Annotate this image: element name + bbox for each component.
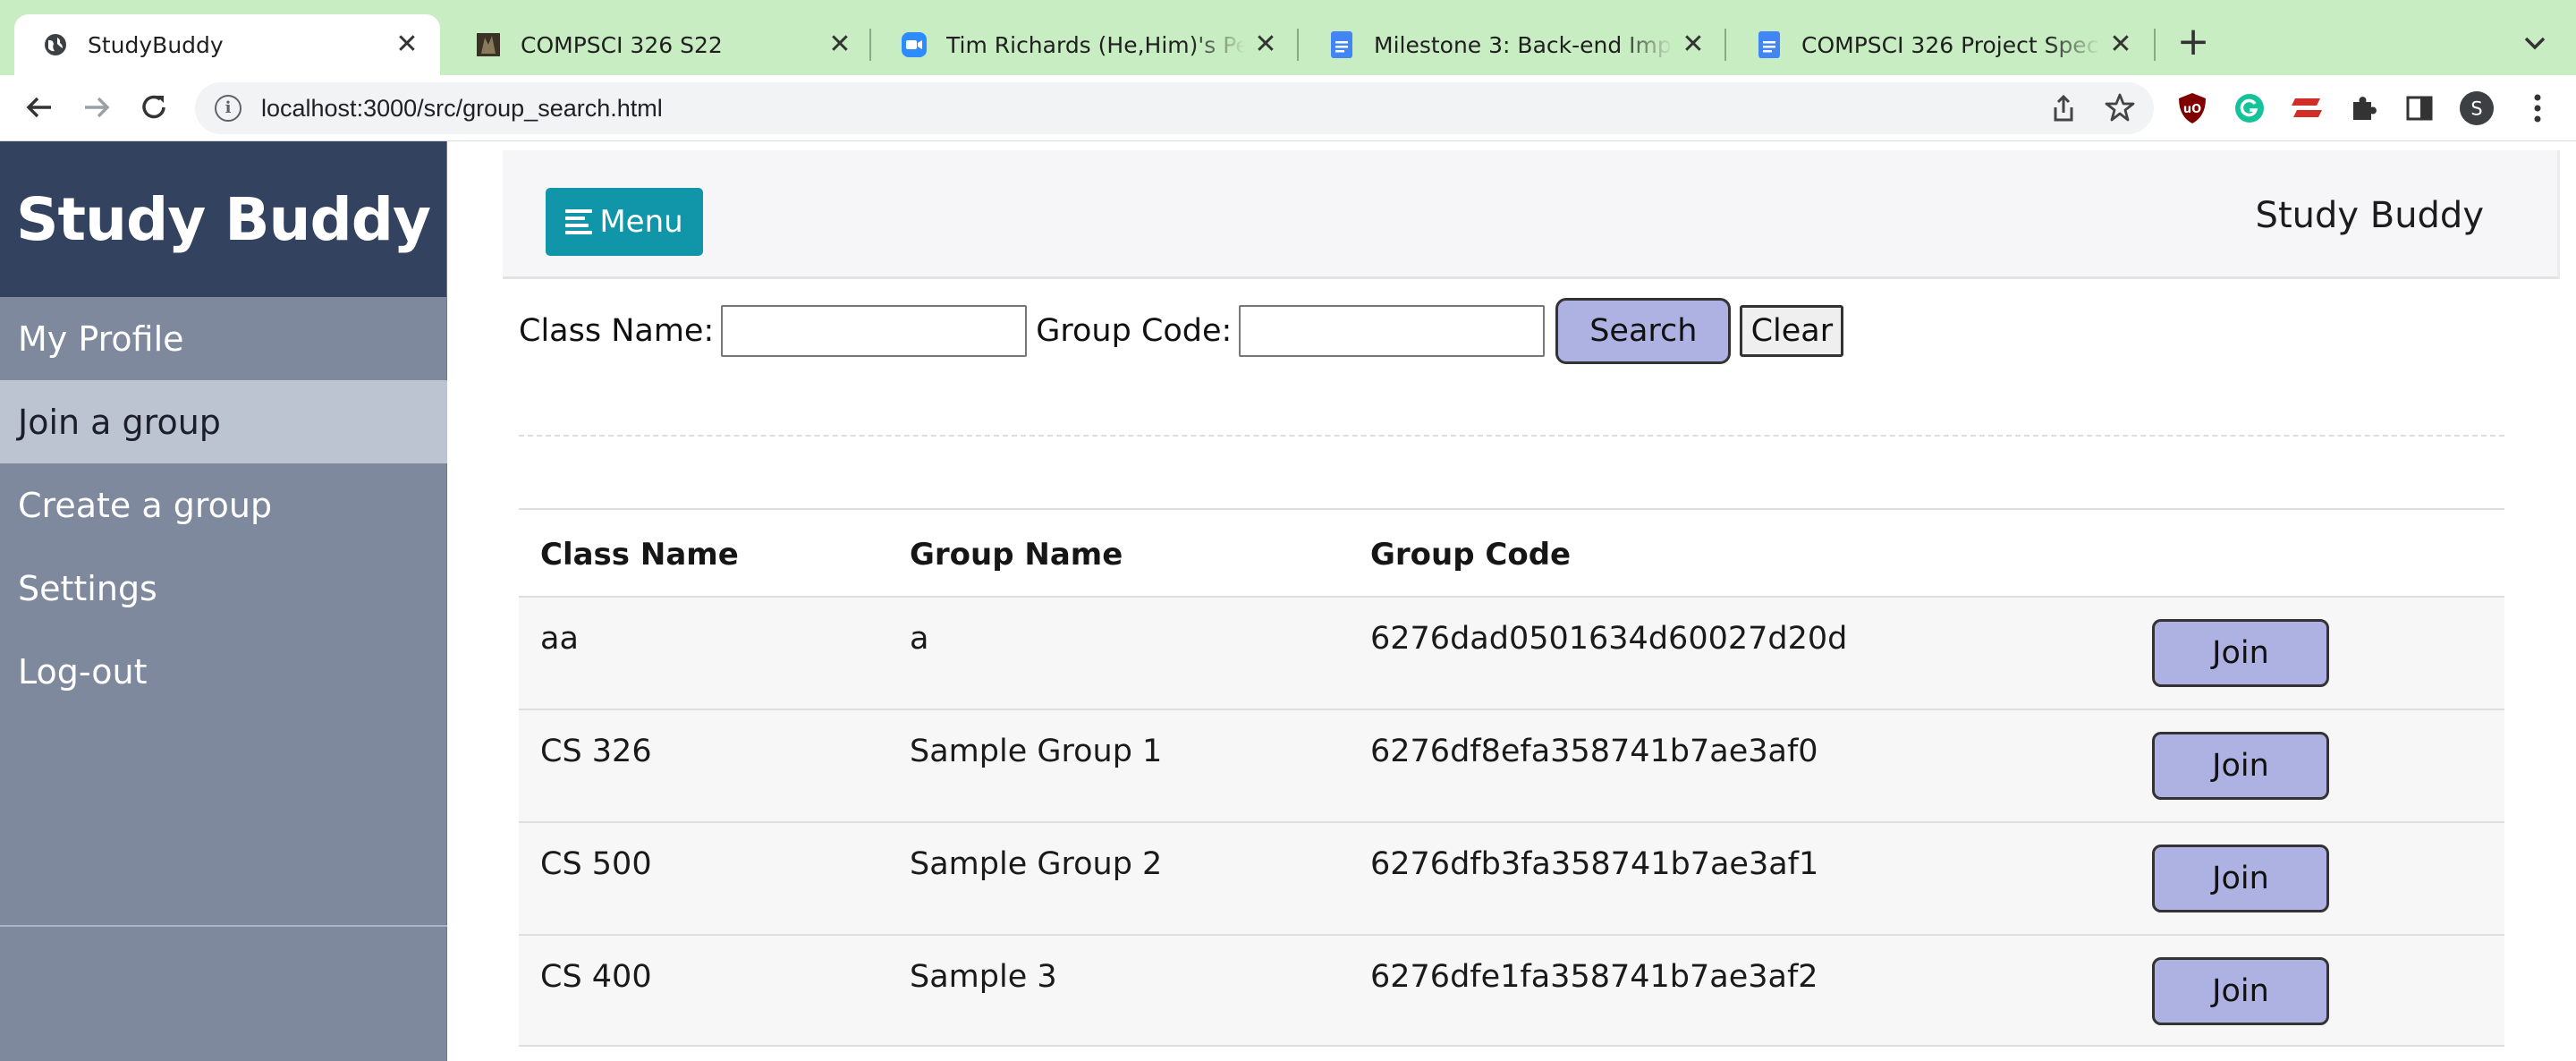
tab-title: StudyBuddy	[88, 31, 224, 58]
url-text[interactable]: localhost:3000/src/group_search.html	[261, 95, 663, 123]
new-tab-button[interactable]: +	[2174, 22, 2213, 63]
brand-title: Study Buddy	[15, 184, 431, 254]
close-tab-icon[interactable]: ✕	[1252, 31, 1279, 58]
join-button[interactable]: Join	[2152, 845, 2329, 912]
group-code-input[interactable]	[1239, 305, 1546, 357]
close-tab-icon[interactable]: ✕	[2107, 31, 2134, 58]
top-navbar: Menu Study Buddy	[503, 150, 2560, 279]
sidebar-brand: Study Buddy	[0, 141, 446, 297]
browser-tab-compsci-326[interactable]: COMPSCI 326 S22 ✕	[447, 14, 873, 75]
tab-separator	[1297, 29, 1299, 61]
sidebar: Study Buddy My Profile Join a group Crea…	[0, 141, 447, 1061]
google-docs-icon	[1757, 31, 1782, 58]
extensions-puzzle-icon[interactable]	[2347, 91, 2381, 125]
column-header-group-name: Group Name	[910, 537, 1123, 573]
sidebar-nav: My Profile Join a group Create a group S…	[0, 297, 447, 927]
class-name-input[interactable]	[721, 305, 1028, 357]
google-docs-icon	[1329, 31, 1354, 58]
group-search-form: Class Name: Group Code: Search Clear	[519, 297, 1844, 365]
lastpass-extension-icon[interactable]	[2290, 91, 2324, 125]
sidebar-item-settings[interactable]: Settings	[0, 547, 447, 630]
reload-icon[interactable]	[136, 89, 172, 125]
tab-separator	[869, 29, 871, 61]
group-name-cell: Sample 3	[910, 959, 1057, 995]
group-code-cell: 6276dad0501634d60027d20d	[1370, 621, 1848, 657]
grammarly-icon[interactable]	[2233, 91, 2267, 125]
hamburger-icon	[565, 209, 593, 234]
tab-title: Tim Richards (He,Him)'s Person	[946, 31, 1245, 58]
sidebar-item-join-a-group[interactable]: Join a group	[0, 380, 447, 463]
tab-separator	[1724, 29, 1726, 61]
search-button[interactable]: Search	[1555, 298, 1732, 364]
globe-icon	[43, 32, 68, 57]
group-name-cell: Sample Group 1	[910, 734, 1163, 769]
tab-title: Milestone 3: Back-end Impleme	[1374, 31, 1673, 58]
share-icon[interactable]	[2048, 93, 2079, 123]
forward-arrow-icon[interactable]	[79, 89, 114, 125]
divider	[519, 435, 2504, 437]
side-panel-icon[interactable]	[2402, 91, 2436, 125]
zoom-icon	[902, 32, 927, 57]
tab-search-chevron-icon[interactable]	[2519, 27, 2551, 59]
main-content: Menu Study Buddy Class Name: Group Code:…	[447, 141, 2576, 1061]
table-row: CS 400 Sample 3 6276dfe1fa358741b7ae3af2…	[519, 934, 2504, 1047]
profile-avatar[interactable]: S	[2460, 91, 2494, 125]
group-results-table: Class Name Group Name Group Code aa a 62…	[519, 508, 2504, 1047]
ublock-origin-icon[interactable]: uO	[2175, 91, 2209, 125]
close-tab-icon[interactable]: ✕	[394, 31, 420, 58]
course-favicon-icon	[476, 32, 501, 57]
chrome-menu-kebab-icon[interactable]	[2521, 91, 2555, 125]
join-button[interactable]: Join	[2152, 732, 2329, 800]
tab-separator	[2154, 29, 2156, 61]
group-code-label: Group Code:	[1036, 313, 1233, 349]
column-header-group-code: Group Code	[1370, 537, 1572, 573]
site-info-icon[interactable]: i	[215, 95, 242, 122]
sidebar-item-create-a-group[interactable]: Create a group	[0, 463, 447, 547]
back-arrow-icon[interactable]	[21, 89, 57, 125]
browser-toolbar: i localhost:3000/src/group_search.html u…	[0, 75, 2576, 141]
browser-tab-studybuddy[interactable]: StudyBuddy ✕	[14, 14, 440, 75]
tab-title: COMPSCI 326 S22	[521, 31, 723, 58]
browser-tab-zoom[interactable]: Tim Richards (He,Him)'s Person ✕	[873, 14, 1299, 75]
svg-text:uO: uO	[2183, 103, 2201, 116]
clear-button[interactable]: Clear	[1740, 305, 1844, 357]
navbar-site-name: Study Buddy	[2255, 195, 2484, 236]
table-row: CS 326 Sample Group 1 6276df8efa358741b7…	[519, 709, 2504, 821]
class-name-cell: CS 326	[540, 734, 652, 769]
tab-title: COMPSCI 326 Project Specificat	[1801, 31, 2100, 58]
class-name-cell: CS 500	[540, 846, 652, 882]
browser-tab-project-spec[interactable]: COMPSCI 326 Project Specificat ✕	[1728, 14, 2154, 75]
sidebar-item-log-out[interactable]: Log-out	[0, 630, 447, 713]
table-row: aa a 6276dad0501634d60027d20d Join	[519, 596, 2504, 709]
close-tab-icon[interactable]: ✕	[1680, 31, 1707, 58]
table-row: CS 500 Sample Group 2 6276dfb3fa358741b7…	[519, 821, 2504, 934]
table-header-row: Class Name Group Name Group Code	[519, 508, 2504, 596]
class-name-label: Class Name:	[519, 313, 715, 349]
class-name-cell: CS 400	[540, 959, 652, 995]
browser-tab-strip: StudyBuddy ✕ COMPSCI 326 S22 ✕ Tim Richa…	[0, 0, 2576, 75]
column-header-class-name: Class Name	[540, 537, 739, 573]
bookmark-star-icon[interactable]	[2104, 91, 2136, 123]
address-bar[interactable]: i localhost:3000/src/group_search.html	[195, 82, 2154, 134]
group-code-cell: 6276dfe1fa358741b7ae3af2	[1370, 959, 1818, 995]
menu-button[interactable]: Menu	[546, 188, 703, 256]
join-button[interactable]: Join	[2152, 619, 2329, 687]
svg-text:S: S	[2470, 98, 2482, 120]
sidebar-item-my-profile[interactable]: My Profile	[0, 297, 447, 380]
page: Study Buddy My Profile Join a group Crea…	[0, 141, 2576, 1061]
browser-tab-milestone-3[interactable]: Milestone 3: Back-end Impleme ✕	[1301, 14, 1726, 75]
group-code-cell: 6276df8efa358741b7ae3af0	[1370, 734, 1818, 769]
group-code-cell: 6276dfb3fa358741b7ae3af1	[1370, 846, 1819, 882]
group-name-cell: Sample Group 2	[910, 846, 1163, 882]
menu-button-label: Menu	[599, 204, 683, 240]
class-name-cell: aa	[540, 621, 579, 657]
join-button[interactable]: Join	[2152, 957, 2329, 1025]
close-tab-icon[interactable]: ✕	[826, 31, 853, 58]
group-name-cell: a	[910, 621, 929, 657]
